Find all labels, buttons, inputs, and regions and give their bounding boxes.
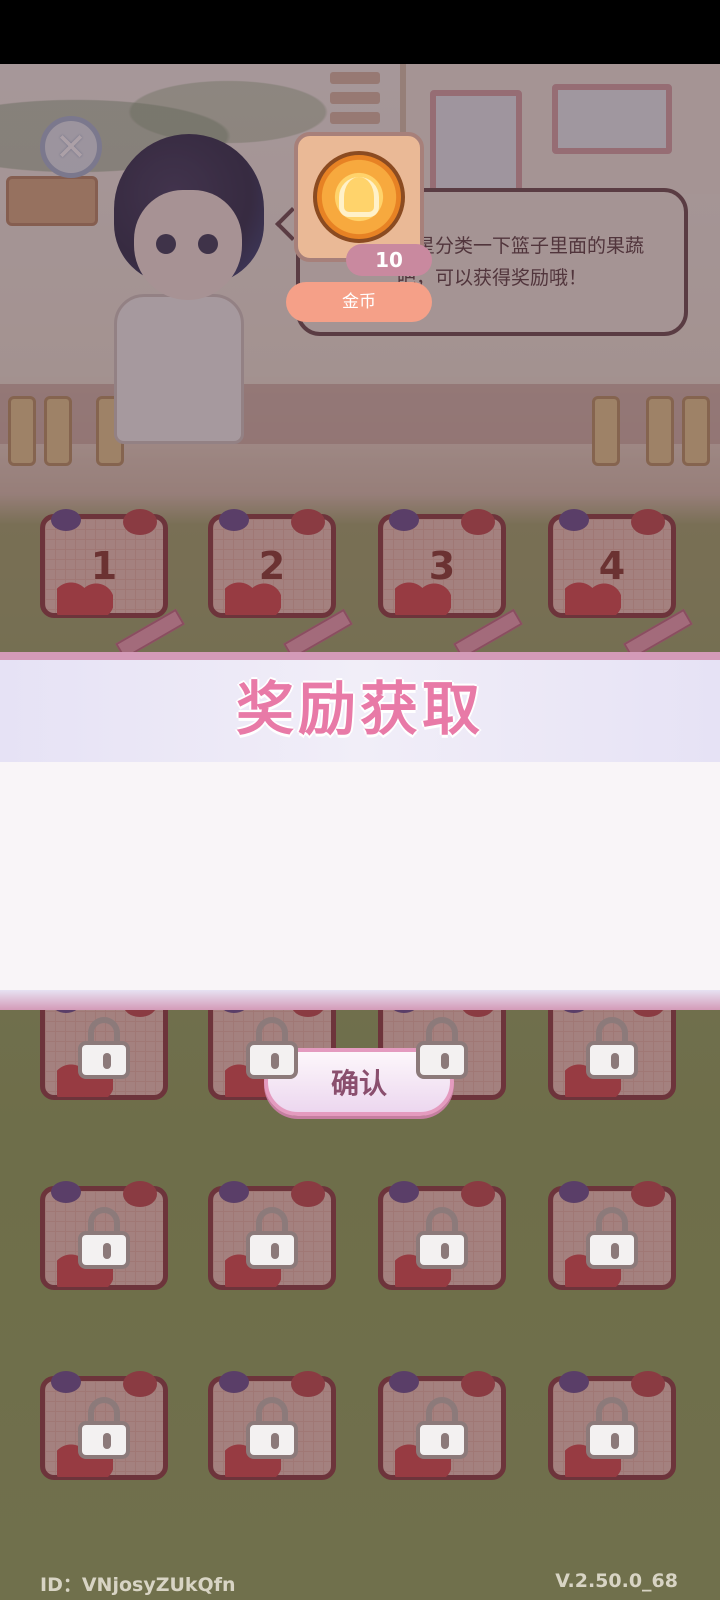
basket-number: 2 [258,544,286,588]
user-id-label: ID：VNjosyZUkQfn [40,1574,236,1596]
basket-number: 1 [90,544,118,588]
reward-item-name: 金币 [286,282,432,322]
version-label: V.2.50.0_68 [555,1570,678,1592]
status-bar [0,0,720,64]
reward-item-card [294,132,424,262]
lock-icon [586,1397,638,1459]
lock-icon [246,1207,298,1269]
lock-icon [586,1017,638,1079]
reward-dialog: 奖励获取 [0,652,720,1010]
coin-icon [313,151,405,243]
lock-icon [246,1017,298,1079]
reward-footer-band [0,990,720,1010]
lock-icon [586,1207,638,1269]
lock-icon [78,1397,130,1459]
basket-number: 3 [428,544,456,588]
reward-body [0,762,720,990]
lock-icon [416,1397,468,1459]
reward-title: 奖励获取 [235,675,484,743]
lock-icon [78,1207,130,1269]
lock-icon [246,1397,298,1459]
basket-number: 4 [598,544,626,588]
lock-icon [416,1207,468,1269]
lock-icon [416,1017,468,1079]
reward-count-badge: 10 [346,244,432,276]
lock-icon [78,1017,130,1079]
